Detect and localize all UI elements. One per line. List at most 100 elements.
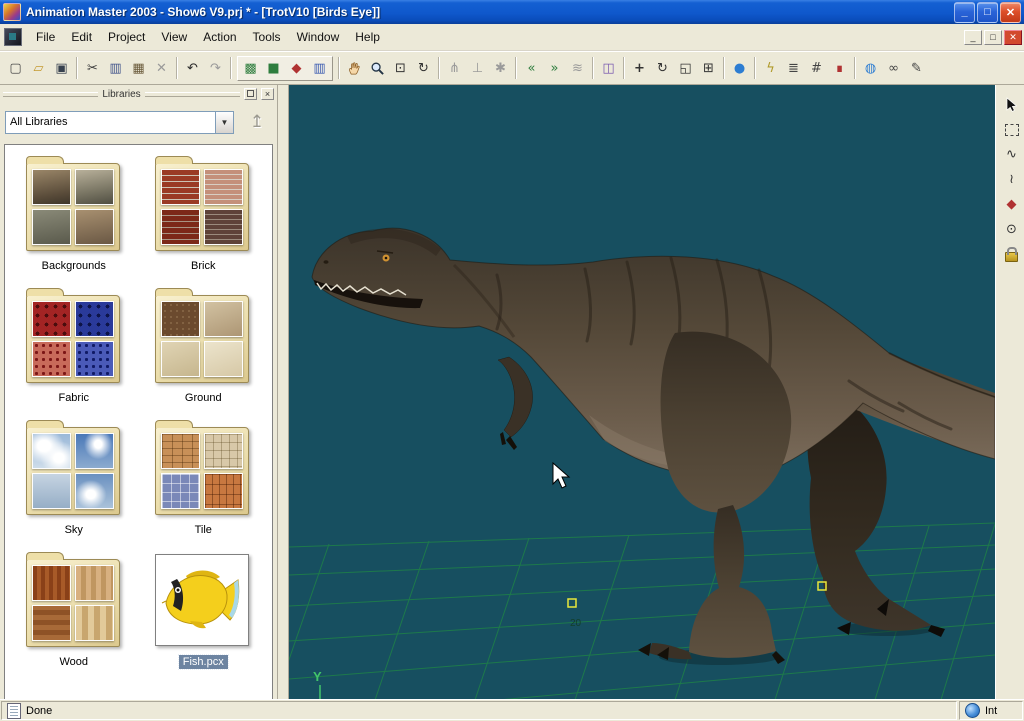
library-item-fabric[interactable]: Fabric xyxy=(15,287,133,405)
panel-rollup-button[interactable] xyxy=(244,88,257,100)
mdi-restore-button[interactable]: □ xyxy=(984,30,1002,45)
prev-action-button[interactable]: « xyxy=(520,57,543,80)
pan-button[interactable] xyxy=(343,57,366,80)
menu-file[interactable]: File xyxy=(28,27,63,47)
zoom-fit-button[interactable]: ⊡ xyxy=(389,57,412,80)
patch-select-tool-button[interactable]: ◆ xyxy=(1000,193,1023,216)
texture-thumb xyxy=(32,565,71,601)
library-item-label: Sky xyxy=(61,523,87,537)
open-button[interactable]: ▱ xyxy=(27,57,50,80)
library-item-wood[interactable]: Wood xyxy=(15,551,133,669)
simulate-icon: ∎ xyxy=(835,62,843,75)
skeleton-button[interactable]: ⊥ xyxy=(466,57,489,80)
delete-button[interactable]: ✕ xyxy=(150,57,173,80)
mdi-close-button[interactable]: ✕ xyxy=(1004,30,1022,45)
library-item-label: Ground xyxy=(181,391,226,405)
menu-tools[interactable]: Tools xyxy=(245,27,289,47)
next-action-button[interactable]: » xyxy=(543,57,566,80)
library-item-sky[interactable]: Sky xyxy=(15,419,133,537)
restore-button[interactable]: □ xyxy=(977,2,998,23)
folder-icon xyxy=(155,287,251,384)
mirror-button[interactable]: ◫ xyxy=(597,57,620,80)
texture-thumb xyxy=(204,209,243,245)
draw-button[interactable]: ✎ xyxy=(905,57,928,80)
mdi-minimize-button[interactable]: _ xyxy=(964,30,982,45)
bones-button[interactable]: ⋔ xyxy=(443,57,466,80)
lasso-tool-button[interactable]: ∿ xyxy=(1000,143,1023,166)
menu-help[interactable]: Help xyxy=(347,27,388,47)
viewport[interactable]: 20 Y xyxy=(289,85,995,703)
rotate-icon: ↻ xyxy=(657,62,668,75)
lock-tool-button[interactable] xyxy=(1000,243,1023,266)
simulate-button[interactable]: ∎ xyxy=(828,57,851,80)
mouse-cursor xyxy=(553,463,569,488)
paste-button[interactable]: ▦ xyxy=(127,57,150,80)
libraries-panel-header[interactable]: Libraries × xyxy=(0,85,277,102)
dropdown-arrow-icon[interactable]: ▼ xyxy=(215,112,233,133)
panel-splitter[interactable] xyxy=(278,85,289,703)
view-camera-button[interactable]: ▥ xyxy=(308,57,331,80)
folder-icon xyxy=(26,419,122,516)
menu-edit[interactable]: Edit xyxy=(63,27,100,47)
setup-button[interactable]: ✱ xyxy=(489,57,512,80)
minimize-button[interactable]: _ xyxy=(954,2,975,23)
new-button[interactable]: ▢ xyxy=(4,57,27,80)
rotate-button[interactable]: ↻ xyxy=(651,57,674,80)
library-filter-input[interactable] xyxy=(6,112,215,133)
eyedropper-tool-button[interactable]: ⊙ xyxy=(1000,218,1023,241)
panel-close-button[interactable]: × xyxy=(261,88,274,100)
menu-project[interactable]: Project xyxy=(100,27,153,47)
move-button[interactable]: + xyxy=(628,57,651,80)
save-icon: ▣ xyxy=(55,62,67,75)
dynamics-button[interactable]: ϟ xyxy=(759,57,782,80)
snap-button[interactable]: # xyxy=(805,57,828,80)
scale-button[interactable]: ◱ xyxy=(674,57,697,80)
texture-thumb xyxy=(204,169,243,205)
menu-action[interactable]: Action xyxy=(195,27,244,47)
library-item-brick[interactable]: Brick xyxy=(144,155,262,273)
library-item-backgrounds[interactable]: Backgrounds xyxy=(15,155,133,273)
link-button[interactable]: ∞ xyxy=(882,57,905,80)
viewport-canvas[interactable]: 20 Y xyxy=(289,85,995,703)
up-button[interactable]: ↥ xyxy=(242,107,272,137)
texture-thumb xyxy=(161,473,200,509)
library-grid[interactable]: Backgrounds Brick xyxy=(4,144,273,703)
library-item-ground[interactable]: Ground xyxy=(144,287,262,405)
material-sphere-icon: ● xyxy=(734,62,745,75)
material-button[interactable]: ● xyxy=(728,57,751,80)
close-button[interactable]: ✕ xyxy=(1000,2,1021,23)
save-all-button[interactable]: ▣ xyxy=(50,57,73,80)
redo-button[interactable]: ↷ xyxy=(204,57,227,80)
pointer-tool-button[interactable] xyxy=(1000,93,1023,116)
library-item-tile[interactable]: Tile xyxy=(144,419,262,537)
texture-thumb xyxy=(32,433,71,469)
texture-thumb xyxy=(161,169,200,205)
open-folder-icon: ▱ xyxy=(34,62,44,75)
undo-button[interactable]: ↶ xyxy=(181,57,204,80)
zoom-button[interactable] xyxy=(366,57,389,80)
library-filter-combobox[interactable]: ▼ xyxy=(5,111,234,134)
marquee-tool-button[interactable] xyxy=(1000,118,1023,141)
layers-button[interactable]: ≣ xyxy=(782,57,805,80)
menu-bar: File Edit Project View Action Tools Wind… xyxy=(0,24,1024,51)
document-icon[interactable] xyxy=(4,28,22,46)
cut-button[interactable]: ✂ xyxy=(81,57,104,80)
shaded-icon: ■ xyxy=(267,62,279,75)
menu-window[interactable]: Window xyxy=(289,27,348,47)
trex-arm xyxy=(498,357,533,437)
view-shaded-button[interactable]: ■ xyxy=(262,57,285,80)
timeline-button[interactable]: ≋ xyxy=(566,57,589,80)
menu-view[interactable]: View xyxy=(153,27,195,47)
world-button[interactable]: ◍ xyxy=(859,57,882,80)
orbit-button[interactable]: ↻ xyxy=(412,57,435,80)
texture-thumb xyxy=(161,301,200,337)
library-item-fish[interactable]: Fish.pcx xyxy=(144,551,262,669)
view-render-button[interactable]: ◆ xyxy=(285,57,308,80)
app-icon[interactable] xyxy=(3,3,21,21)
polygon-lasso-tool-button[interactable]: ≀ xyxy=(1000,168,1023,191)
grid-button[interactable]: ⊞ xyxy=(697,57,720,80)
copy-button[interactable]: ▥ xyxy=(104,57,127,80)
folder-icon xyxy=(26,551,122,648)
view-model-button[interactable]: ▩ xyxy=(239,57,262,80)
status-zone-text: Int xyxy=(985,705,997,717)
